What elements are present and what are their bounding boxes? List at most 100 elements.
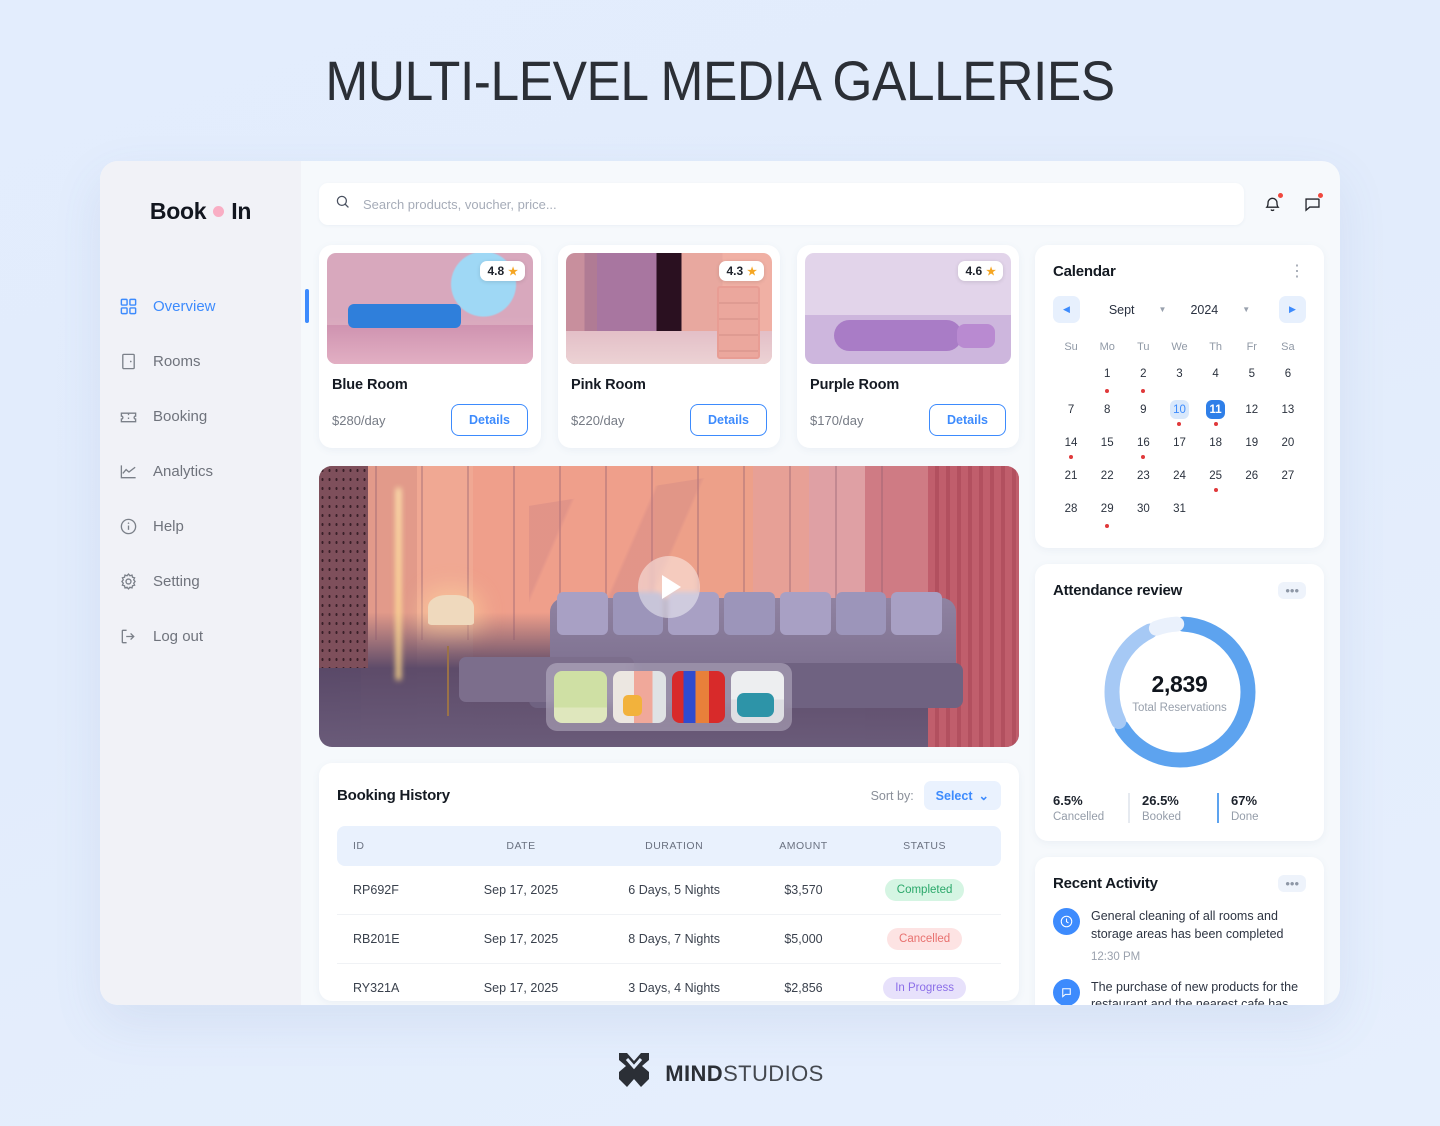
- rating-badge: 4.8 ★: [480, 261, 525, 281]
- room-card[interactable]: 4.3 ★ Pink Room $220/day Details: [558, 245, 780, 448]
- calendar-day[interactable]: 12: [1234, 395, 1270, 428]
- message-icon: [1053, 978, 1080, 1005]
- room-card[interactable]: 4.6 ★ Purple Room $170/day Details: [797, 245, 1019, 448]
- brand-dot-icon: [213, 205, 225, 217]
- recent-activity-card: Recent Activity ••• General cleaning of …: [1035, 857, 1324, 1005]
- calendar-day[interactable]: 16: [1125, 428, 1161, 461]
- calendar-month-select[interactable]: Sept: [1109, 303, 1135, 317]
- sort-label: Sort by:: [870, 788, 914, 803]
- calendar-event-dot: [1177, 422, 1182, 426]
- column-header-id[interactable]: ID: [337, 826, 453, 866]
- activity-item[interactable]: The purchase of new products for the res…: [1053, 978, 1306, 1006]
- calendar-day[interactable]: 26: [1234, 461, 1270, 494]
- table-row[interactable]: RY321A Sep 17, 2025 3 Days, 4 Nights $2,…: [337, 963, 1001, 1001]
- chevron-left-icon[interactable]: ◀: [1053, 296, 1080, 323]
- chevron-right-icon[interactable]: ▶: [1279, 296, 1306, 323]
- attendance-menu-icon[interactable]: •••: [1278, 582, 1306, 599]
- calendar-day[interactable]: 18: [1198, 428, 1234, 461]
- thumb-yellow-chair-room[interactable]: [613, 671, 666, 723]
- calendar-day[interactable]: 3: [1161, 359, 1197, 395]
- search-bar[interactable]: [319, 183, 1244, 225]
- star-icon: ★: [747, 265, 757, 278]
- sidebar-nav: Overview Rooms Booking Analytics Help Se…: [100, 287, 309, 655]
- chat-icon[interactable]: [1300, 192, 1324, 216]
- bell-icon[interactable]: [1260, 192, 1284, 216]
- calendar-year-select[interactable]: 2024: [1190, 303, 1218, 317]
- details-button[interactable]: Details: [451, 404, 528, 436]
- calendar-day[interactable]: 8: [1089, 395, 1125, 428]
- column-header-date[interactable]: DATE: [452, 826, 590, 866]
- calendar-day[interactable]: 2: [1125, 359, 1161, 395]
- calendar-day[interactable]: 5: [1234, 359, 1270, 395]
- column-header-duration[interactable]: DURATION: [589, 826, 759, 866]
- sidebar-item-setting[interactable]: Setting: [100, 562, 301, 600]
- calendar-day-number: 9: [1140, 403, 1147, 416]
- video-player[interactable]: [319, 466, 1019, 747]
- calendar-day[interactable]: 15: [1089, 428, 1125, 461]
- chevron-down-icon[interactable]: ▼: [1159, 305, 1167, 314]
- sidebar-item-analytics[interactable]: Analytics: [100, 452, 301, 490]
- search-input[interactable]: [363, 196, 1228, 212]
- calendar-day-number: 14: [1064, 436, 1078, 449]
- sidebar-item-label: Setting: [153, 572, 200, 590]
- calendar-day[interactable]: 23: [1125, 461, 1161, 494]
- rating-badge: 4.6 ★: [958, 261, 1003, 281]
- column-header-amount[interactable]: AMOUNT: [758, 826, 849, 866]
- thumb-red-blue-room[interactable]: [672, 671, 725, 723]
- activity-item[interactable]: General cleaning of all rooms and storag…: [1053, 908, 1306, 963]
- brand-logo[interactable]: Book In: [100, 187, 301, 235]
- sidebar-item-label: Overview: [153, 297, 216, 315]
- activity-body: The purchase of new products for the res…: [1091, 979, 1306, 1006]
- recent-activity-menu-icon[interactable]: •••: [1278, 875, 1306, 892]
- calendar-day[interactable]: 11: [1198, 395, 1234, 428]
- cell-id: RY321A: [337, 963, 453, 1001]
- calendar-day[interactable]: 14: [1053, 428, 1089, 461]
- calendar-day[interactable]: 27: [1270, 461, 1306, 494]
- calendar-day[interactable]: 29: [1089, 494, 1125, 530]
- calendar-day[interactable]: 31: [1161, 494, 1197, 530]
- room-name: Pink Room: [571, 377, 646, 393]
- footer-brand-bold: MIND: [665, 1060, 724, 1086]
- calendar-day[interactable]: 7: [1053, 395, 1089, 428]
- sidebar-item-rooms[interactable]: Rooms: [100, 342, 301, 380]
- calendar-day[interactable]: 22: [1089, 461, 1125, 494]
- sidebar-item-booking[interactable]: Booking: [100, 397, 301, 435]
- calendar-day[interactable]: 10: [1161, 395, 1197, 428]
- calendar-day: [1270, 494, 1306, 530]
- calendar-day[interactable]: 28: [1053, 494, 1089, 530]
- total-reservations-value: 2,839: [1151, 670, 1208, 697]
- calendar-year-value: 2024: [1190, 302, 1219, 317]
- calendar-day[interactable]: 13: [1270, 395, 1306, 428]
- calendar-day[interactable]: 24: [1161, 461, 1197, 494]
- table-row[interactable]: RP692F Sep 17, 2025 6 Days, 5 Nights $3,…: [337, 866, 1001, 915]
- details-button[interactable]: Details: [690, 404, 767, 436]
- sort-select-button[interactable]: Select ⌄: [923, 781, 1001, 810]
- sidebar-item-overview[interactable]: Overview: [100, 287, 309, 325]
- calendar-day-number: [1278, 499, 1297, 518]
- sidebar-item-logout[interactable]: Log out: [100, 617, 301, 655]
- column-header-status[interactable]: STATUS: [848, 826, 1001, 866]
- thumb-green-room[interactable]: [554, 671, 607, 723]
- details-button[interactable]: Details: [929, 404, 1006, 436]
- room-card[interactable]: 4.8 ★ Blue Room $280/day Details: [319, 245, 541, 448]
- stat-done: 67% Done: [1217, 793, 1306, 823]
- calendar-day[interactable]: 4: [1198, 359, 1234, 395]
- chevron-down-icon[interactable]: ▼: [1242, 305, 1250, 314]
- calendar-day[interactable]: 30: [1125, 494, 1161, 530]
- rating-value: 4.8: [487, 264, 505, 278]
- calendar-day[interactable]: 1: [1089, 359, 1125, 395]
- calendar-day[interactable]: 9: [1125, 395, 1161, 428]
- calendar-day[interactable]: 20: [1270, 428, 1306, 461]
- calendar-day[interactable]: 21: [1053, 461, 1089, 494]
- table-row[interactable]: RB201E Sep 17, 2025 8 Days, 7 Nights $5,…: [337, 914, 1001, 964]
- play-icon[interactable]: [638, 555, 700, 618]
- thumb-teal-sofa-room[interactable]: [731, 671, 784, 723]
- calendar-day[interactable]: 17: [1161, 428, 1197, 461]
- calendar-day[interactable]: 19: [1234, 428, 1270, 461]
- total-reservations-label: Total Reservations: [1132, 701, 1227, 714]
- calendar-menu-icon[interactable]: ⋮: [1289, 263, 1306, 279]
- rating-value: 4.6: [965, 264, 983, 278]
- calendar-day[interactable]: 25: [1198, 461, 1234, 494]
- sidebar-item-help[interactable]: Help: [100, 507, 301, 545]
- calendar-day[interactable]: 6: [1270, 359, 1306, 395]
